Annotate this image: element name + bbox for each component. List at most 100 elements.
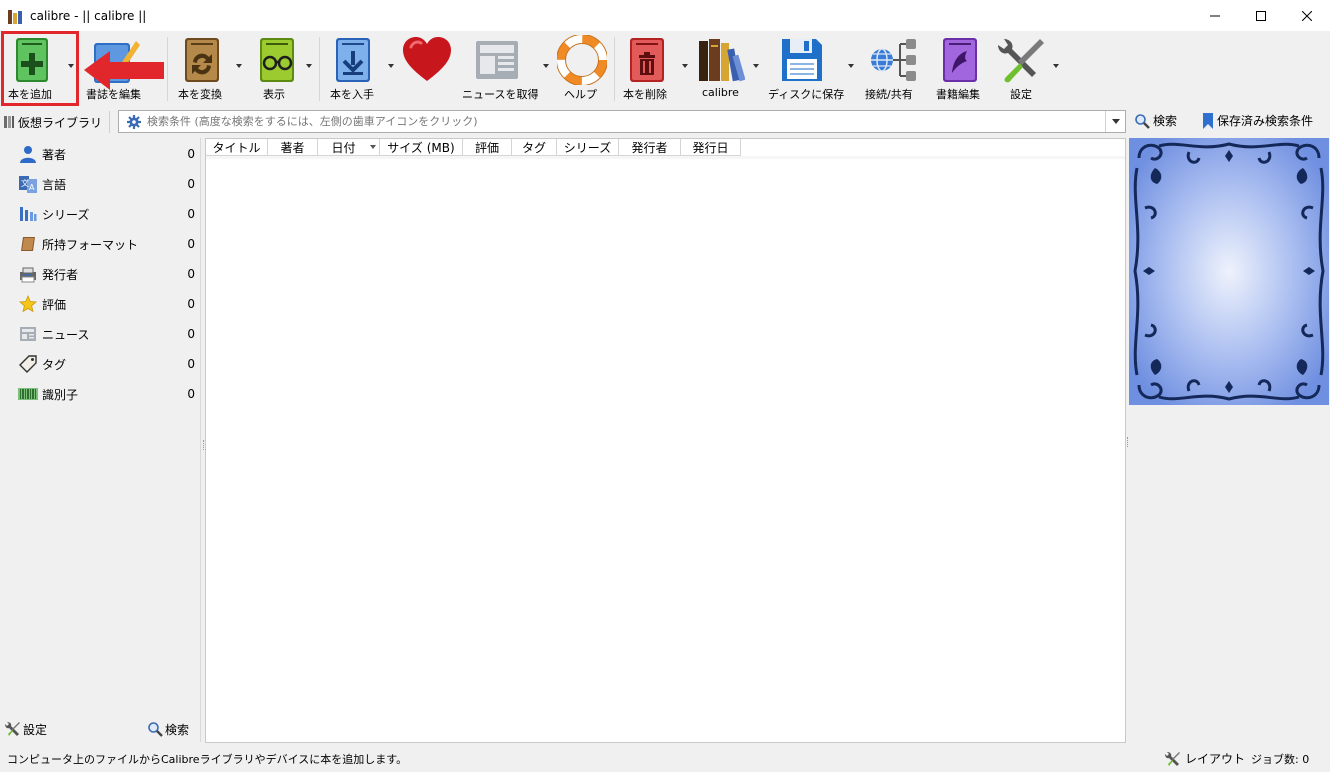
column-header-date[interactable]: 日付 [318,139,380,156]
library-button[interactable]: calibre [692,31,748,105]
library-dropdown[interactable] [751,31,761,105]
right-splitter-handle[interactable] [1127,437,1129,447]
virtual-library-icon [4,116,14,128]
help-button[interactable]: ヘルプ [554,31,608,105]
tools-icon [5,722,20,736]
title-bar: calibre - || calibre || [0,0,1330,31]
calibre-app-icon [8,8,24,24]
column-header-pubdate[interactable]: 発行日 [681,139,741,156]
book-cover-placeholder [1129,138,1329,405]
tag-browser-find-button[interactable]: 検索 [147,721,189,738]
column-header-rating[interactable]: 評価 [463,139,512,156]
window-title: calibre - || calibre || [30,8,147,23]
category-news[interactable]: ニュース 0 [1,319,201,349]
barcode-icon [18,388,38,400]
fetch-news-button[interactable]: ニュースを取得 [458,31,538,105]
remove-book-icon [630,38,664,82]
library-label: calibre [702,86,739,99]
connect-share-label: 接続/共有 [865,88,913,101]
saved-searches-button[interactable]: 保存済み検索条件 [1203,112,1313,129]
newspaper-icon [476,41,518,79]
convert-book-button[interactable]: 本を変換 [174,31,232,105]
view-book-label: 表示 [263,88,285,101]
maximize-button[interactable] [1238,0,1284,31]
get-books-dropdown[interactable] [386,31,396,105]
add-book-dropdown[interactable] [66,31,76,105]
view-book-icon [260,38,294,82]
donate-button[interactable] [400,31,454,105]
category-languages[interactable]: 文A 言語 0 [1,169,201,199]
category-series[interactable]: シリーズ 0 [1,199,201,229]
virtual-library-label: 仮想ライブラリ [18,115,103,130]
tools-icon [1165,751,1180,766]
status-message: コンピュータ上のファイルからCalibreライブラリやデバイスに本を追加します。 [7,753,408,766]
column-header-author[interactable]: 著者 [268,139,318,156]
search-history-dropdown[interactable] [1105,111,1125,132]
book-format-icon [21,237,35,251]
convert-book-dropdown[interactable] [234,31,244,105]
edit-book-label: 書籍編集 [936,88,980,101]
remove-book-dropdown[interactable] [680,31,690,105]
category-tags[interactable]: タグ 0 [1,349,201,379]
edit-book-button[interactable]: 書籍編集 [932,31,990,105]
column-header-publisher[interactable]: 発行者 [619,139,681,156]
tools-icon [998,39,1044,83]
preferences-label: 設定 [1010,88,1032,101]
category-authors[interactable]: 著者 0 [1,139,201,169]
heart-icon [403,37,451,81]
search-icon [148,722,163,737]
search-box[interactable] [118,110,1126,133]
column-header-size[interactable]: サイズ (MB) [380,139,463,156]
search-input[interactable] [147,115,1105,128]
column-header-tags[interactable]: タグ [512,139,557,156]
preferences-dropdown[interactable] [1051,31,1061,105]
category-formats[interactable]: 所持フォーマット 0 [1,229,201,259]
category-identifiers[interactable]: 識別子 0 [1,379,201,409]
connect-share-button[interactable]: 接続/共有 [860,31,926,105]
convert-book-label: 本を変換 [178,88,222,101]
virtual-library-button[interactable]: 仮想ライブラリ [4,112,102,132]
svg-text:文: 文 [21,178,29,188]
search-icon [1135,113,1150,129]
lifebuoy-icon [557,35,607,85]
publisher-icon [20,267,36,283]
layout-button[interactable]: レイアウト [1165,750,1245,767]
save-to-disk-button[interactable]: ディスクに保存 [764,31,844,105]
edit-book-icon [943,38,977,82]
view-book-button[interactable]: 表示 [252,31,304,105]
column-header-title[interactable]: タイトル [206,139,268,156]
add-book-icon [16,38,48,82]
book-list-table[interactable]: タイトル 著者 日付 サイズ (MB) 評価 タグ シリーズ 発行者 発行日 [205,138,1126,743]
red-arrow-annotation [84,51,164,90]
get-books-label: 本を入手 [330,88,374,101]
minimize-button[interactable] [1192,0,1238,31]
jobs-counter[interactable]: ジョブ数: 0 [1251,751,1309,767]
svg-text:A: A [29,183,35,192]
fetch-news-dropdown[interactable] [541,31,551,105]
chevron-down-icon [1111,119,1120,124]
status-bar: コンピュータ上のファイルからCalibreライブラリやデバイスに本を追加します。… [0,744,1330,772]
add-book-label: 本を追加 [8,88,52,101]
language-icon: 文A [19,176,37,193]
get-books-icon [336,38,370,82]
remove-book-label: 本を削除 [623,88,667,101]
save-to-disk-dropdown[interactable] [846,31,856,105]
tag-browser: 著者 0 文A 言語 0 シリーズ 0 所持フォーマット 0 発行者 0 評価 … [1,138,201,742]
preferences-button[interactable]: 設定 [993,31,1049,105]
search-button[interactable]: 検索 [1134,112,1177,129]
tag-icon [19,355,37,373]
category-rating[interactable]: 評価 0 [1,289,201,319]
close-icon [1302,10,1312,21]
add-book-button[interactable]: 本を追加 [4,31,66,105]
column-header-series[interactable]: シリーズ [557,139,619,156]
gear-icon[interactable] [127,114,141,129]
get-books-button[interactable]: 本を入手 [326,31,382,105]
category-publishers[interactable]: 発行者 0 [1,259,201,289]
help-label: ヘルプ [564,88,597,101]
remove-book-button[interactable]: 本を削除 [620,31,676,105]
view-book-dropdown[interactable] [304,31,314,105]
star-icon [19,295,37,313]
series-icon [20,207,37,221]
close-window-button[interactable] [1284,0,1330,31]
tag-browser-settings-button[interactable]: 設定 [5,721,47,738]
